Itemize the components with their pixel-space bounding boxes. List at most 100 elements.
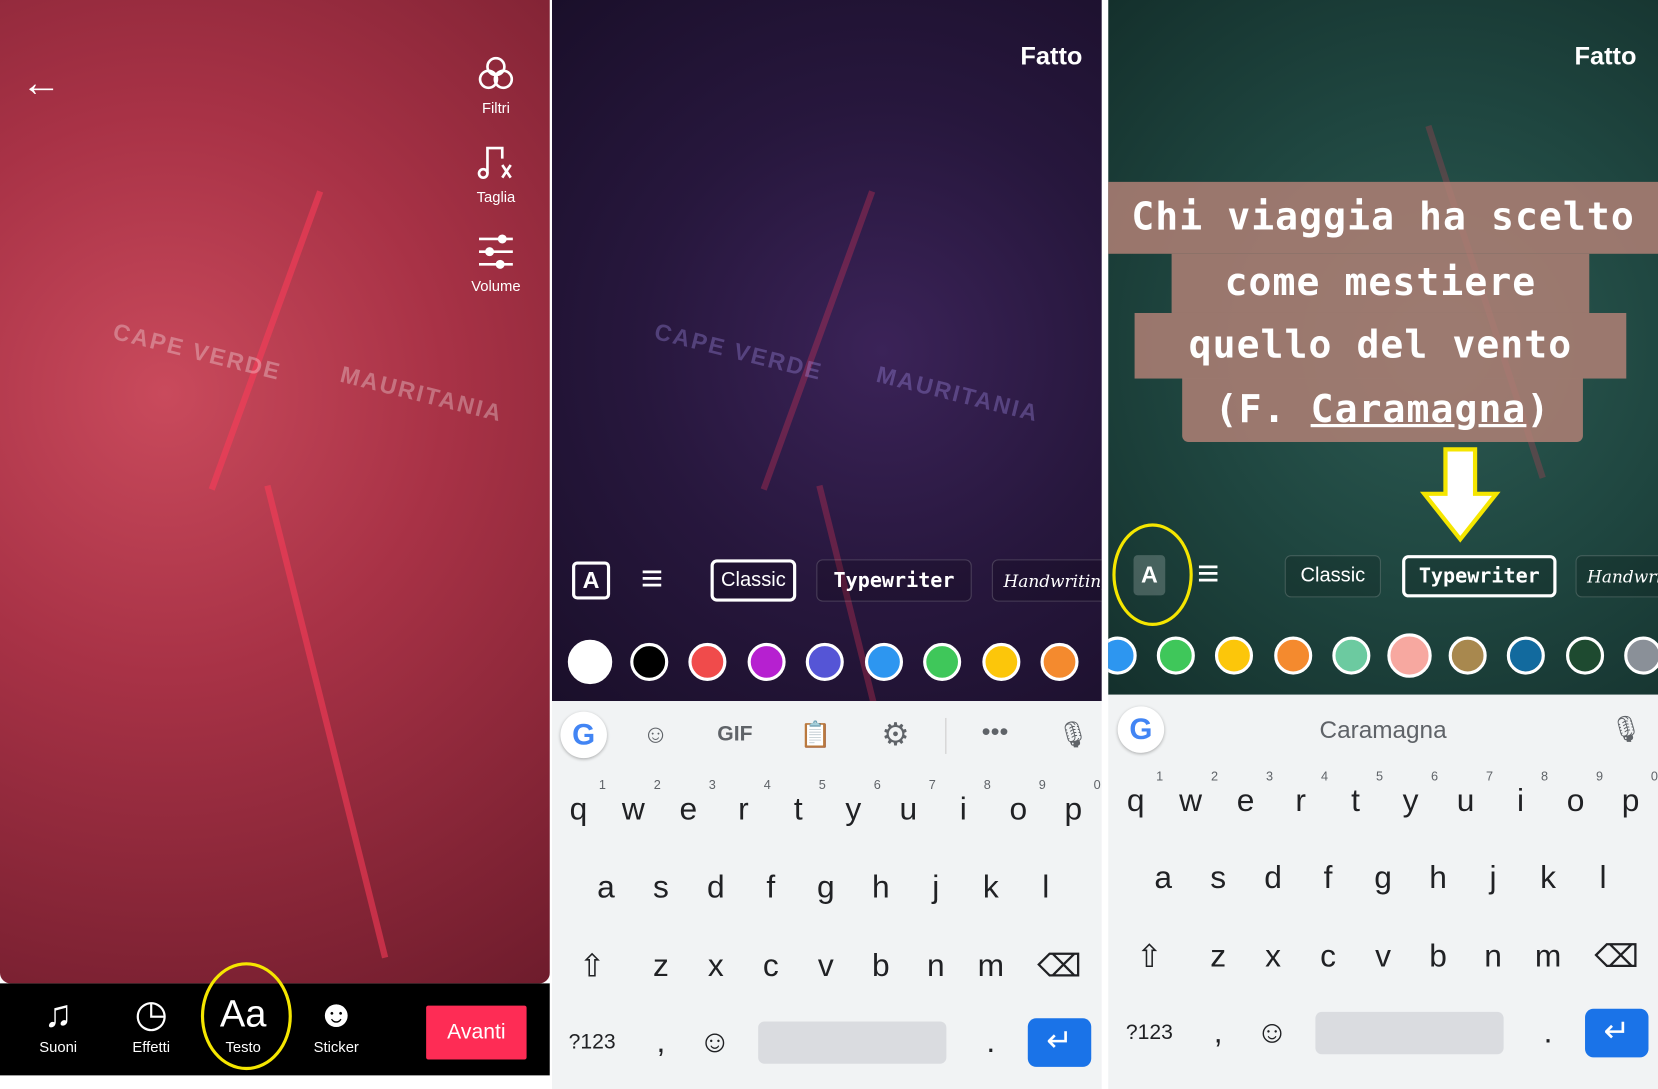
key-j[interactable]: j <box>913 870 960 906</box>
key-r[interactable]: r4 <box>1277 769 1328 820</box>
key-u[interactable]: u7 <box>885 777 935 828</box>
key-l[interactable]: l <box>1580 861 1627 897</box>
color-swatch[interactable] <box>805 642 844 681</box>
key-k[interactable]: k <box>968 870 1015 906</box>
key-w[interactable]: w2 <box>610 777 661 828</box>
key-o[interactable]: o9 <box>995 777 1045 828</box>
symbols-key[interactable]: ?123 <box>560 1030 623 1054</box>
font-handwriting[interactable]: Handwriting <box>1575 555 1658 598</box>
microphone-icon[interactable]: 🎙 <box>1610 714 1642 745</box>
trim-button[interactable]: Taglia <box>459 142 533 205</box>
nav-effects[interactable]: ◷ Effetti <box>114 990 188 1055</box>
key-e[interactable]: e3 <box>665 777 716 828</box>
done-button[interactable]: Fatto <box>1020 42 1082 72</box>
color-swatch[interactable] <box>1156 636 1196 675</box>
google-icon[interactable]: G <box>1117 706 1165 753</box>
key-g[interactable]: g <box>803 870 850 906</box>
key-z[interactable]: z <box>1195 939 1242 975</box>
key-c[interactable]: c <box>1305 939 1352 975</box>
sticker-icon[interactable]: ☺ <box>643 720 669 750</box>
key-k[interactable]: k <box>1525 861 1572 897</box>
font-classic[interactable]: Classic <box>1284 555 1381 598</box>
key-s[interactable]: s <box>638 870 685 906</box>
emoji-key[interactable]: ☺ <box>1249 1015 1296 1051</box>
key-v[interactable]: v <box>1360 939 1407 975</box>
key-m[interactable]: m <box>1525 939 1572 975</box>
color-swatch[interactable] <box>864 642 903 681</box>
enter-key[interactable]: ↵ <box>1585 1008 1649 1058</box>
color-swatch[interactable] <box>981 642 1020 681</box>
shift-key[interactable]: ⇧ <box>1126 938 1173 975</box>
key-u[interactable]: u7 <box>1442 769 1493 820</box>
key-i[interactable]: i8 <box>940 777 991 828</box>
key-t[interactable]: t5 <box>775 777 826 828</box>
key-t[interactable]: t5 <box>1332 769 1383 820</box>
key-h[interactable]: h <box>1415 861 1462 897</box>
key-n[interactable]: n <box>913 948 960 984</box>
period-key[interactable]: . <box>968 1025 1015 1061</box>
key-q[interactable]: q1 <box>555 777 606 828</box>
suggestion-word[interactable]: Caramagna <box>1277 716 1488 745</box>
font-handwriting[interactable]: Handwriting <box>991 559 1102 602</box>
key-q[interactable]: q1 <box>1112 769 1163 820</box>
key-b[interactable]: b <box>1415 939 1462 975</box>
key-y[interactable]: y6 <box>830 777 880 828</box>
key-o[interactable]: o9 <box>1552 769 1603 820</box>
color-swatch[interactable] <box>1332 636 1371 675</box>
text-style-icon[interactable]: A <box>572 561 611 600</box>
color-swatch[interactable] <box>629 642 668 681</box>
key-z[interactable]: z <box>638 948 685 984</box>
space-bar[interactable] <box>758 1021 947 1064</box>
key-h[interactable]: h <box>858 870 905 906</box>
settings-gear-icon[interactable]: ⚙ <box>881 716 909 753</box>
key-w[interactable]: w2 <box>1167 769 1218 820</box>
key-v[interactable]: v <box>803 948 850 984</box>
clipboard-icon[interactable]: 📋 <box>799 720 831 751</box>
key-d[interactable]: d <box>693 870 740 906</box>
key-f[interactable]: f <box>1305 861 1352 897</box>
symbols-key[interactable]: ?123 <box>1118 1021 1181 1045</box>
filters-button[interactable]: Filtri <box>459 53 533 116</box>
key-x[interactable]: x <box>1250 939 1297 975</box>
comma-key[interactable]: , <box>638 1025 685 1061</box>
key-n[interactable]: n <box>1470 939 1517 975</box>
next-button[interactable]: Avanti <box>426 1005 527 1060</box>
enter-key[interactable]: ↵ <box>1027 1018 1092 1067</box>
font-typewriter[interactable]: Typewriter <box>816 559 972 602</box>
key-x[interactable]: x <box>693 948 740 984</box>
key-p[interactable]: p0 <box>1050 777 1100 828</box>
key-d[interactable]: d <box>1250 861 1297 897</box>
nav-sounds[interactable]: ♫ Suoni <box>21 990 95 1055</box>
key-g[interactable]: g <box>1360 861 1407 897</box>
key-f[interactable]: f <box>748 870 795 906</box>
key-y[interactable]: y6 <box>1387 769 1438 820</box>
color-swatch[interactable] <box>567 639 613 685</box>
backspace-key[interactable]: ⌫ <box>1594 938 1641 975</box>
color-swatch[interactable] <box>747 642 786 681</box>
key-j[interactable]: j <box>1470 861 1517 897</box>
space-bar[interactable] <box>1315 1011 1504 1055</box>
key-r[interactable]: r4 <box>720 777 771 828</box>
key-m[interactable]: m <box>968 948 1015 984</box>
key-a[interactable]: a <box>583 870 630 906</box>
shift-key[interactable]: ⇧ <box>569 948 616 985</box>
more-icon[interactable]: ••• <box>982 718 1009 748</box>
key-e[interactable]: e3 <box>1222 769 1273 820</box>
font-classic[interactable]: Classic <box>710 559 797 602</box>
google-icon[interactable]: G <box>560 711 607 759</box>
emoji-key[interactable]: ☺ <box>692 1025 739 1061</box>
key-i[interactable]: i8 <box>1497 769 1548 820</box>
microphone-icon[interactable]: 🎙 <box>1057 720 1089 751</box>
key-l[interactable]: l <box>1023 870 1070 906</box>
color-swatch[interactable] <box>923 642 962 681</box>
key-b[interactable]: b <box>858 948 905 984</box>
color-swatch[interactable] <box>1273 636 1312 675</box>
color-swatch[interactable] <box>1448 636 1487 675</box>
font-typewriter[interactable]: Typewriter <box>1402 555 1557 598</box>
period-key[interactable]: . <box>1525 1015 1572 1051</box>
color-swatch[interactable] <box>1215 636 1254 675</box>
key-s[interactable]: s <box>1195 861 1242 897</box>
align-center-icon[interactable]: ≡ <box>641 556 663 600</box>
color-swatch[interactable] <box>1040 642 1079 681</box>
backspace-key[interactable]: ⌫ <box>1036 948 1083 985</box>
